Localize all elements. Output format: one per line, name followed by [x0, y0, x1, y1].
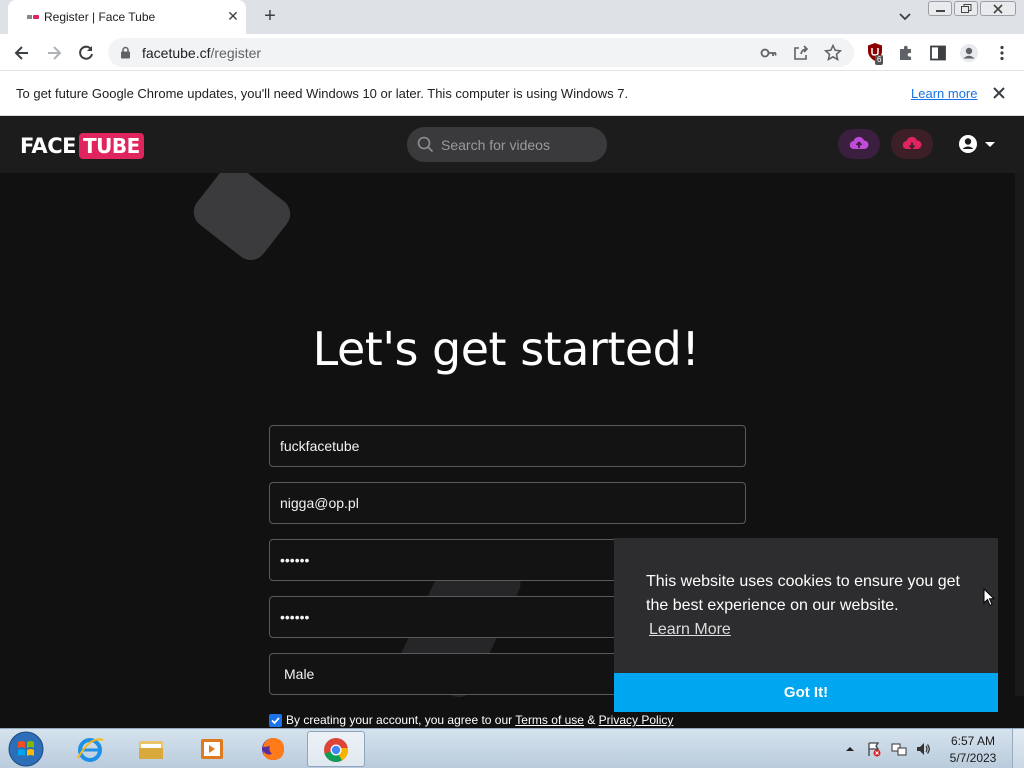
- facetube-favicon-icon: [27, 15, 39, 19]
- windows-start-icon[interactable]: [6, 730, 46, 768]
- restore-button[interactable]: [954, 1, 978, 16]
- username-field[interactable]: [269, 425, 746, 467]
- bookmark-star-icon[interactable]: [824, 44, 842, 62]
- chevron-down-icon: [985, 142, 995, 147]
- terms-ampersand: &: [587, 713, 596, 727]
- cookie-message: This website uses cookies to ensure you …: [646, 573, 960, 614]
- page-title: Let's get started!: [312, 322, 700, 376]
- facetube-logo[interactable]: FACE TUBE: [20, 133, 144, 159]
- tab-strip: Register | Face Tube ✕ +: [0, 0, 1024, 34]
- forward-icon[interactable]: [44, 43, 64, 63]
- show-desktop-button[interactable]: [1012, 729, 1024, 768]
- upload-button[interactable]: [838, 129, 880, 159]
- mouse-cursor-icon: [983, 588, 995, 607]
- checkmark-icon: [271, 717, 280, 725]
- windows-taskbar: 6:57 AM 5/7/2023: [0, 728, 1024, 768]
- key-icon[interactable]: [760, 45, 778, 61]
- decorative-shape: [187, 159, 297, 267]
- show-hidden-icons-icon[interactable]: [844, 741, 856, 757]
- action-center-flag-icon[interactable]: [866, 741, 882, 757]
- menu-kebab-icon[interactable]: [992, 43, 1012, 63]
- browser-toolbar: facetube.cf/register 6: [0, 34, 1024, 71]
- tab-close-icon[interactable]: ✕: [225, 8, 241, 24]
- folder-icon: [139, 741, 163, 759]
- email-field[interactable]: [269, 482, 746, 524]
- share-icon[interactable]: [792, 44, 810, 62]
- profile-avatar-icon[interactable]: [959, 43, 979, 63]
- taskbar-media-player[interactable]: [184, 731, 240, 767]
- cloud-upload-icon: [849, 136, 869, 150]
- minimize-icon: [936, 10, 945, 12]
- url-text: facetube.cf/register: [142, 45, 261, 61]
- url-path: /register: [210, 45, 262, 61]
- cookie-accept-button[interactable]: Got It!: [614, 673, 998, 712]
- close-window-button[interactable]: [980, 1, 1016, 16]
- logo-tube-text: TUBE: [78, 133, 144, 159]
- video-search: [407, 127, 607, 162]
- tab-register[interactable]: Register | Face Tube ✕: [8, 0, 246, 34]
- reload-icon[interactable]: [76, 43, 96, 63]
- download-button[interactable]: [891, 129, 933, 159]
- terms-prefix: By creating your account, you agree to o…: [286, 713, 513, 727]
- url-host: facetube.cf: [142, 45, 211, 61]
- site-header: FACE TUBE: [0, 116, 1024, 173]
- infobar-close-icon[interactable]: [991, 85, 1007, 101]
- firefox-icon: [262, 738, 284, 760]
- clock-date: 5/7/2023: [949, 751, 997, 765]
- cookie-banner: This website uses cookies to ensure you …: [614, 538, 998, 712]
- network-icon[interactable]: [891, 741, 907, 757]
- update-infobar: To get future Google Chrome updates, you…: [0, 71, 1024, 116]
- terms-of-use-link[interactable]: Terms of use: [515, 713, 584, 727]
- search-input[interactable]: [441, 127, 601, 162]
- terms-text: By creating your account, you agree to o…: [286, 713, 673, 727]
- clock-time: 6:57 AM: [950, 734, 996, 748]
- tab-search-icon[interactable]: [896, 9, 914, 25]
- close-icon: [993, 4, 1003, 14]
- cookie-learn-more-link[interactable]: Learn More: [649, 621, 731, 639]
- chrome-icon: [324, 738, 349, 763]
- back-icon[interactable]: [12, 43, 32, 63]
- cloud-download-icon: [902, 136, 922, 150]
- internet-explorer-icon: [77, 738, 104, 762]
- tab-title: Register | Face Tube: [44, 10, 156, 24]
- taskbar-firefox[interactable]: [245, 731, 301, 767]
- address-bar[interactable]: facetube.cf/register: [108, 38, 854, 67]
- ublock-extension-button[interactable]: 6: [866, 42, 888, 66]
- search-icon: [417, 136, 434, 153]
- media-player-icon: [201, 739, 223, 759]
- taskbar-chrome[interactable]: [307, 731, 365, 767]
- logo-face-text: FACE: [20, 134, 76, 158]
- terms-checkbox[interactable]: [269, 714, 282, 727]
- infobar-message: To get future Google Chrome updates, you…: [16, 86, 629, 101]
- restore-icon: [961, 4, 972, 13]
- side-panel-icon[interactable]: [928, 43, 948, 63]
- extension-badge: 6: [875, 55, 884, 65]
- extensions-puzzle-icon[interactable]: [896, 43, 916, 63]
- lock-icon[interactable]: [120, 46, 131, 59]
- new-tab-button[interactable]: +: [260, 6, 280, 27]
- taskbar-file-explorer[interactable]: [123, 731, 179, 767]
- system-clock[interactable]: 6:57 AM 5/7/2023: [940, 733, 1006, 767]
- user-circle-icon: [959, 135, 977, 153]
- minimize-button[interactable]: [928, 1, 952, 16]
- taskbar-internet-explorer[interactable]: [62, 731, 118, 767]
- page-scrollbar[interactable]: [1015, 156, 1024, 696]
- user-menu[interactable]: [958, 134, 998, 156]
- privacy-policy-link[interactable]: Privacy Policy: [599, 713, 674, 727]
- infobar-learn-more-link[interactable]: Learn more: [911, 86, 977, 101]
- volume-icon[interactable]: [915, 741, 931, 757]
